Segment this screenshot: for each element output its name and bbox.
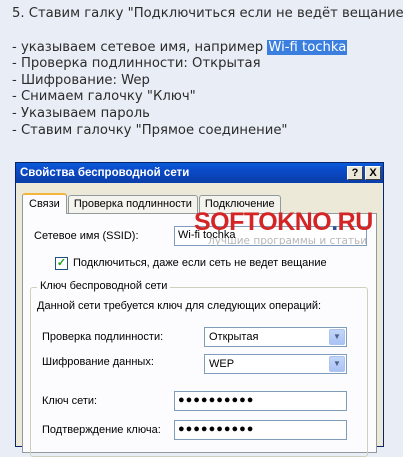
auth-select-value: Открытая — [209, 331, 259, 343]
broadcast-checkbox-label: Подключиться, даже если сеть не ведет ве… — [73, 257, 327, 269]
step-line-key-checkbox: - Снимаем галочку "Ключ" — [12, 89, 196, 105]
chevron-down-icon: ▼ — [329, 329, 345, 345]
step-line-auth: - Проверка подлинности: Открытая — [12, 56, 261, 72]
step-line-password: - Указываем пароль — [12, 105, 150, 121]
step-line-ssid: - указываем сетевое имя, например Wi-fi … — [12, 39, 397, 57]
tab-authentication[interactable]: Проверка подлинности — [67, 195, 198, 213]
wireless-properties-dialog: Свойства беспроводной сети ? X Связи Про… — [15, 162, 384, 457]
confirm-key-input[interactable]: ●●●●●●●●●● — [174, 420, 347, 440]
auth-label: Проверка подлинности: — [42, 331, 164, 343]
step-line-direct: - Ставим галочку "Прямое соединение" — [12, 122, 288, 138]
auth-select[interactable]: Открытая ▼ — [204, 327, 347, 347]
watermark-brand-left: SOFTOKNO — [194, 208, 332, 236]
selected-ssid-text[interactable]: Wi-fi tochka — [267, 39, 348, 55]
tab-connections[interactable]: Связи — [22, 193, 67, 214]
broadcast-checkbox[interactable]: ✓ — [55, 257, 68, 270]
chevron-down-icon: ▼ — [329, 356, 345, 372]
watermark-tagline: лучшие программы и статьи — [208, 235, 368, 247]
step-line-ssid-prefix: - указываем сетевое имя, например — [12, 39, 268, 55]
wireless-key-group-title: Ключ беспроводной сети — [37, 280, 171, 292]
tab-panel: Сетевое имя (SSID): Wi-fi tochka ✓ Подкл… — [22, 213, 377, 457]
close-button[interactable]: X — [365, 166, 381, 180]
help-button[interactable]: ? — [347, 166, 363, 180]
step-line-encryption: - Шифрование: Wep — [12, 72, 150, 88]
network-key-input[interactable]: ●●●●●●●●●● — [174, 391, 347, 411]
encryption-select[interactable]: WEP ▼ — [204, 354, 347, 374]
confirm-key-label: Подтверждение ключа: — [42, 424, 161, 436]
watermark-brand-right: RU — [337, 208, 374, 236]
group-description: Данной сети требуется ключ для следующих… — [37, 300, 322, 312]
step-title: 5. Ставим галку "Подключиться если не ве… — [12, 6, 403, 21]
dialog-title: Свойства беспроводной сети — [20, 167, 190, 179]
instructions-text: 5. Ставим галку "Подключиться если не ве… — [12, 6, 403, 139]
dialog-titlebar[interactable]: Свойства беспроводной сети ? X — [16, 163, 383, 183]
softokno-watermark-logo: SOFTOKNO.RU — [194, 208, 373, 237]
encryption-select-value: WEP — [209, 358, 235, 370]
encryption-label: Шифрование данных: — [42, 356, 154, 368]
network-key-label: Ключ сети: — [42, 395, 98, 407]
wireless-key-group: Ключ беспроводной сети Данной сети требу… — [30, 280, 368, 457]
ssid-label: Сетевое имя (SSID): — [34, 230, 139, 242]
